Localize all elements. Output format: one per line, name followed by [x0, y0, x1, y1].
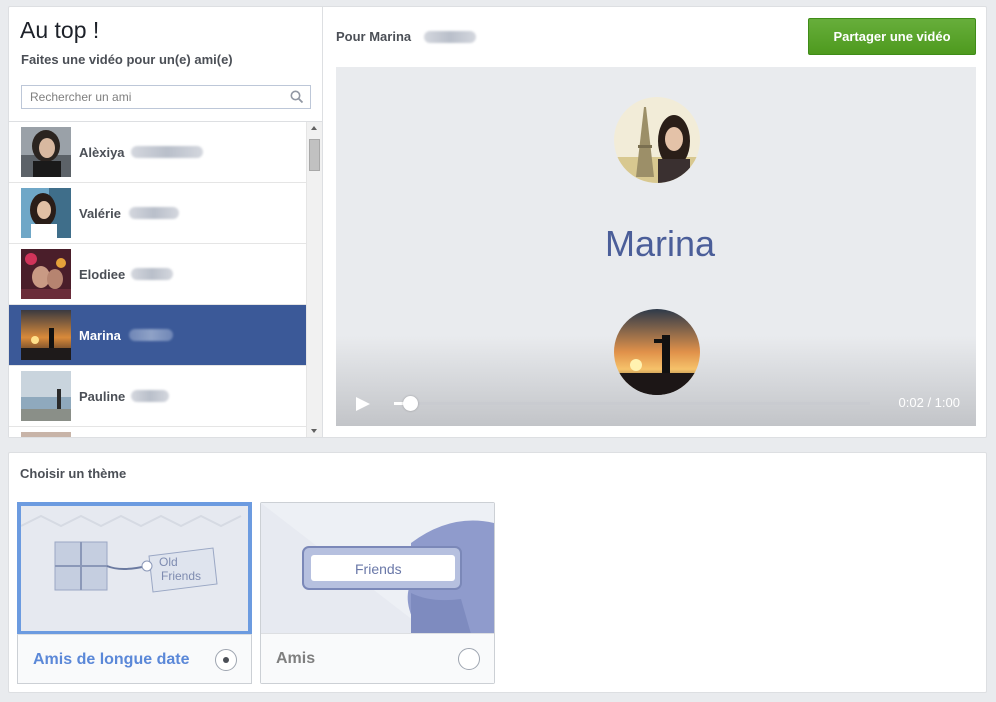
theme-thumbnail: Friends: [261, 503, 494, 634]
theme-label: Amis: [276, 650, 316, 667]
friend-row-partial[interactable]: [9, 427, 306, 437]
friend-name: Elodiee: [79, 267, 126, 282]
blurred-surname: [131, 390, 169, 402]
friend-name: Marina: [79, 328, 121, 343]
friend-search: [21, 85, 311, 109]
search-input[interactable]: [22, 86, 282, 108]
search-icon[interactable]: [290, 90, 304, 104]
theme-thumb-text: Friends: [355, 561, 402, 577]
friend-video-panel: Au top ! Faites une vidéo pour un(e) ami…: [8, 6, 987, 438]
theme-footer: Amis: [261, 633, 494, 683]
recipient-label: Pour Marina: [336, 29, 476, 44]
blurred-surname: [129, 207, 179, 219]
video-friend-name: Marina: [604, 223, 716, 264]
avatar: [21, 432, 71, 437]
avatar: [21, 249, 71, 299]
avatar: [21, 188, 71, 238]
theme-thumb-text: Old: [159, 555, 178, 569]
blurred-surname: [131, 146, 203, 158]
friend-list-scrollbar[interactable]: [306, 122, 322, 437]
friend-row-marina[interactable]: Marina: [9, 305, 306, 366]
profile-photo-sunset: [614, 309, 700, 395]
share-video-button[interactable]: Partager une vidéo: [808, 18, 976, 55]
theme-radio-selected[interactable]: [215, 649, 237, 671]
theme-card-friends[interactable]: Friends Amis: [260, 502, 495, 684]
theme-thumbnail: Old Friends: [17, 502, 252, 635]
theme-panel: Choisir un thème Old Friends Amis de lon…: [8, 452, 987, 693]
theme-label: Amis de longue date: [33, 651, 190, 668]
theme-card-old-friends[interactable]: Old Friends Amis de longue date: [17, 502, 252, 684]
video-player[interactable]: Marina 0:02 / 1:00: [336, 67, 976, 426]
theme-radio-unselected[interactable]: [458, 648, 480, 670]
friend-name: Alèxiya: [79, 145, 125, 160]
theme-footer: Amis de longue date: [17, 634, 252, 684]
page-title: Au top !: [20, 17, 100, 43]
friend-row-alexiya[interactable]: Alèxiya: [9, 122, 306, 183]
friend-row-pauline[interactable]: Pauline: [9, 366, 306, 427]
video-progress-bar[interactable]: [394, 396, 870, 411]
avatar: [21, 371, 71, 421]
scroll-up-arrow-icon[interactable]: [311, 126, 317, 130]
theme-heading: Choisir un thème: [20, 466, 127, 481]
profile-photo-eiffel: [614, 97, 700, 183]
avatar: [21, 127, 71, 177]
video-preview-panel: Pour Marina Partager une vidéo Marina 0:…: [323, 7, 987, 437]
friend-row-elodiee[interactable]: Elodiee: [9, 244, 306, 305]
blurred-surname: [424, 31, 476, 43]
blurred-surname: [131, 268, 173, 280]
page-subtitle: Faites une vidéo pour un(e) ami(e): [21, 52, 233, 67]
blurred-surname: [129, 329, 173, 341]
avatar: [21, 310, 71, 360]
friend-name: Valérie: [79, 206, 121, 221]
friend-list: Alèxiya Valérie Elodiee Marina Pauline: [9, 121, 322, 437]
theme-thumb-text: Friends: [161, 569, 201, 583]
progress-knob[interactable]: [402, 396, 418, 411]
play-icon[interactable]: [356, 397, 370, 411]
friend-name: Pauline: [79, 389, 126, 404]
video-time: 0:02 / 1:00: [898, 395, 960, 410]
friend-row-valerie[interactable]: Valérie: [9, 183, 306, 244]
scroll-down-arrow-icon[interactable]: [311, 429, 317, 433]
friend-selector: Au top ! Faites une vidéo pour un(e) ami…: [9, 7, 323, 437]
scroll-thumb[interactable]: [309, 139, 320, 171]
